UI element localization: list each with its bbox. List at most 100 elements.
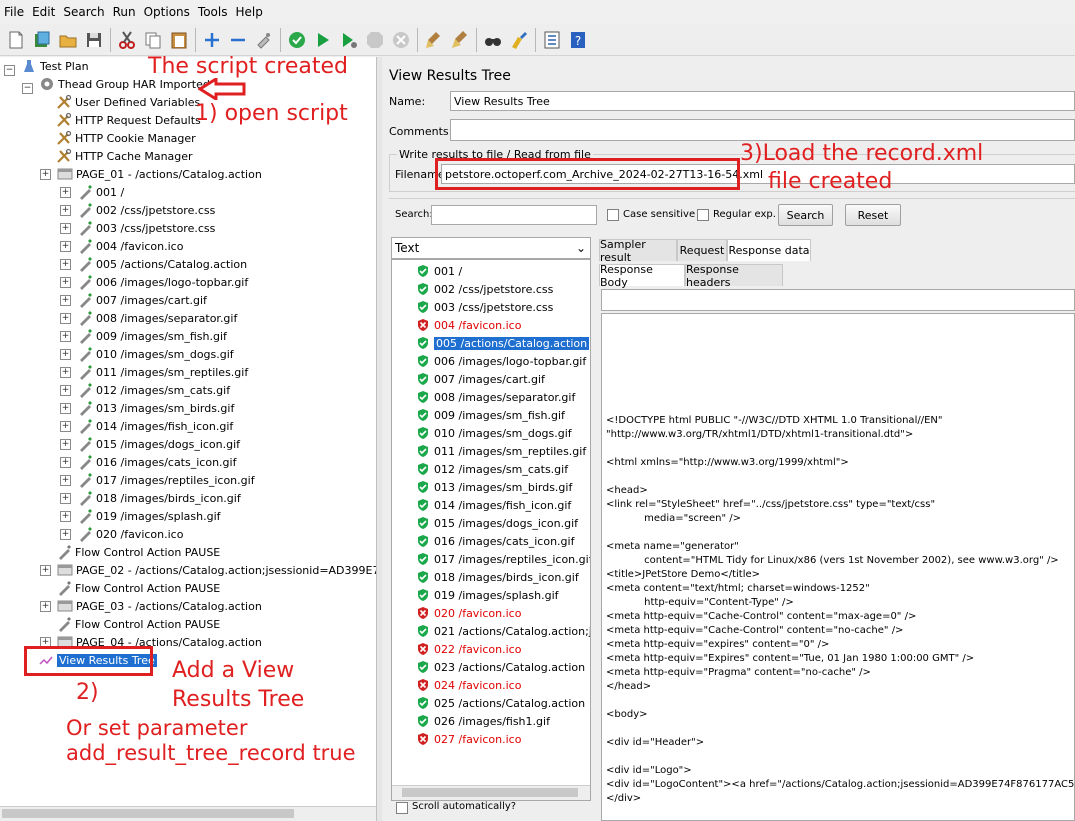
tree-item-sampler[interactable]: +009 /images/sm_fish.gif (60, 327, 227, 345)
result-row[interactable]: 005 /actions/Catalog.action (398, 334, 590, 352)
scrollbar-thumb[interactable] (402, 788, 578, 797)
toggle-icon[interactable] (253, 29, 275, 51)
menu-file[interactable]: File (0, 5, 28, 19)
expand-toggle-icon[interactable]: + (60, 492, 71, 504)
expand-toggle-icon[interactable]: + (60, 384, 71, 396)
result-row[interactable]: 021 /actions/Catalog.action;jsessionid (398, 622, 590, 640)
start-no-pause-icon[interactable] (338, 29, 360, 51)
reset-search-icon[interactable] (508, 29, 530, 51)
tree-item-config[interactable]: HTTP Request Defaults (56, 111, 201, 129)
result-row[interactable]: 013 /images/sm_birds.gif (398, 478, 572, 496)
scrollbar-thumb[interactable] (2, 809, 294, 818)
result-row[interactable]: 001 / (398, 262, 462, 280)
expand-toggle-icon[interactable]: + (60, 348, 71, 360)
tree-item-sampler[interactable]: +001 / (60, 183, 124, 201)
new-icon[interactable] (5, 29, 27, 51)
tab-response-headers[interactable]: Response headers (685, 263, 783, 289)
tree-item-config[interactable]: HTTP Cookie Manager (56, 129, 196, 147)
tree-item-sampler[interactable]: +002 /css/jpetstore.css (60, 201, 215, 219)
result-row[interactable]: 015 /images/dogs_icon.gif (398, 514, 578, 532)
result-row[interactable]: 006 /images/logo-topbar.gif (398, 352, 586, 370)
tree-item-sampler[interactable]: +012 /images/sm_cats.gif (60, 381, 230, 399)
cut-icon[interactable] (116, 29, 138, 51)
tree-item-flow-control[interactable]: Flow Control Action PAUSE (56, 615, 220, 633)
tree-item-sampler[interactable]: +011 /images/sm_reptiles.gif (60, 363, 248, 381)
expand-toggle-icon[interactable]: + (60, 186, 71, 198)
tree-item-sampler[interactable]: +006 /images/logo-topbar.gif (60, 273, 248, 291)
split-pane-divider[interactable] (377, 57, 382, 821)
expand-toggle-icon[interactable]: + (60, 456, 71, 468)
shutdown-icon[interactable] (390, 29, 412, 51)
expand-toggle-icon[interactable]: + (60, 366, 71, 378)
search-input[interactable] (431, 205, 597, 225)
menu-run[interactable]: Run (109, 5, 140, 19)
open-icon[interactable] (57, 29, 79, 51)
tree-item-config[interactable]: HTTP Cache Manager (56, 147, 193, 165)
expand-toggle-icon[interactable]: + (60, 312, 71, 324)
response-search-field[interactable] (601, 289, 1075, 311)
paste-icon[interactable] (168, 29, 190, 51)
expand-toggle-icon[interactable]: + (60, 222, 71, 234)
expand-toggle-icon[interactable]: + (60, 204, 71, 216)
result-row[interactable]: 004 /favicon.ico (398, 316, 521, 334)
menu-help[interactable]: Help (231, 5, 266, 19)
expand-toggle-icon[interactable]: + (60, 258, 71, 270)
clear-icon[interactable] (423, 29, 445, 51)
copy-icon[interactable] (142, 29, 164, 51)
case-sensitive-checkbox[interactable] (607, 209, 619, 221)
result-row[interactable]: 023 /actions/Catalog.action (398, 658, 585, 676)
expand-toggle-icon[interactable]: + (60, 420, 71, 432)
result-row[interactable]: 017 /images/reptiles_icon.gif (398, 550, 590, 568)
tree-item-sampler[interactable]: +020 /favicon.ico (60, 525, 183, 543)
expand-toggle-icon[interactable]: + (60, 240, 71, 252)
regular-exp-checkbox[interactable] (697, 209, 709, 221)
tab-response-body[interactable]: Response Body (599, 263, 685, 289)
tree-item-test-plan[interactable]: − Test Plan (4, 57, 89, 76)
tree-item-sampler[interactable]: +003 /css/jpetstore.css (60, 219, 215, 237)
expand-toggle-icon[interactable]: + (60, 402, 71, 414)
expand-toggle-icon[interactable]: + (60, 528, 71, 540)
function-helper-icon[interactable] (541, 29, 563, 51)
tree-item-sampler[interactable]: +014 /images/fish_icon.gif (60, 417, 233, 435)
menu-tools[interactable]: Tools (194, 5, 232, 19)
expand-toggle-icon[interactable]: + (60, 330, 71, 342)
tree-item-sampler[interactable]: +008 /images/separator.gif (60, 309, 237, 327)
result-row[interactable]: 009 /images/sm_fish.gif (398, 406, 565, 424)
collapse-icon[interactable] (227, 29, 249, 51)
reset-button[interactable]: Reset (845, 204, 901, 226)
start-icon[interactable] (312, 29, 334, 51)
tree-item-sampler[interactable]: +010 /images/sm_dogs.gif (60, 345, 234, 363)
tab-response-data[interactable]: Response data (727, 239, 811, 261)
scroll-auto-checkbox[interactable] (396, 802, 408, 814)
result-row[interactable]: 022 /favicon.ico (398, 640, 521, 658)
menu-options[interactable]: Options (140, 5, 194, 19)
menu-edit[interactable]: Edit (28, 5, 59, 19)
tab-sampler-result[interactable]: Sampler result (599, 238, 677, 264)
tree-item-flow-control[interactable]: Flow Control Action PAUSE (56, 579, 220, 597)
result-row[interactable]: 027 /favicon.ico (398, 730, 521, 748)
horizontal-scrollbar[interactable] (392, 785, 590, 800)
tree-item-flow-control[interactable]: Flow Control Action PAUSE (56, 543, 220, 561)
expand-icon[interactable] (201, 29, 223, 51)
tree-item-sampler[interactable]: +007 /images/cart.gif (60, 291, 207, 309)
help-icon[interactable]: ? (567, 29, 589, 51)
result-row[interactable]: 003 /css/jpetstore.css (398, 298, 553, 316)
result-row[interactable]: 026 /images/fish1.gif (398, 712, 550, 730)
expand-toggle-icon[interactable]: + (40, 600, 51, 612)
tree-item-sampler[interactable]: +017 /images/reptiles_icon.gif (60, 471, 255, 489)
result-row[interactable]: 014 /images/fish_icon.gif (398, 496, 571, 514)
tree-item-sampler[interactable]: +016 /images/cats_icon.gif (60, 453, 236, 471)
tree-item-sampler[interactable]: +004 /favicon.ico (60, 237, 183, 255)
tree-item-sampler[interactable]: +019 /images/splash.gif (60, 507, 221, 525)
result-row[interactable]: 012 /images/sm_cats.gif (398, 460, 568, 478)
expand-toggle-icon[interactable]: + (60, 276, 71, 288)
search-button[interactable]: Search (778, 204, 833, 226)
templates-icon[interactable] (31, 29, 53, 51)
result-row[interactable]: 008 /images/separator.gif (398, 388, 575, 406)
search-icon[interactable] (482, 29, 504, 51)
expand-toggle-icon[interactable]: + (60, 294, 71, 306)
result-row[interactable]: 016 /images/cats_icon.gif (398, 532, 574, 550)
name-field[interactable]: View Results Tree (450, 91, 1075, 111)
result-row[interactable]: 011 /images/sm_reptiles.gif (398, 442, 586, 460)
tree-item-page-01[interactable]: + PAGE_01 - /actions/Catalog.action (40, 165, 262, 183)
